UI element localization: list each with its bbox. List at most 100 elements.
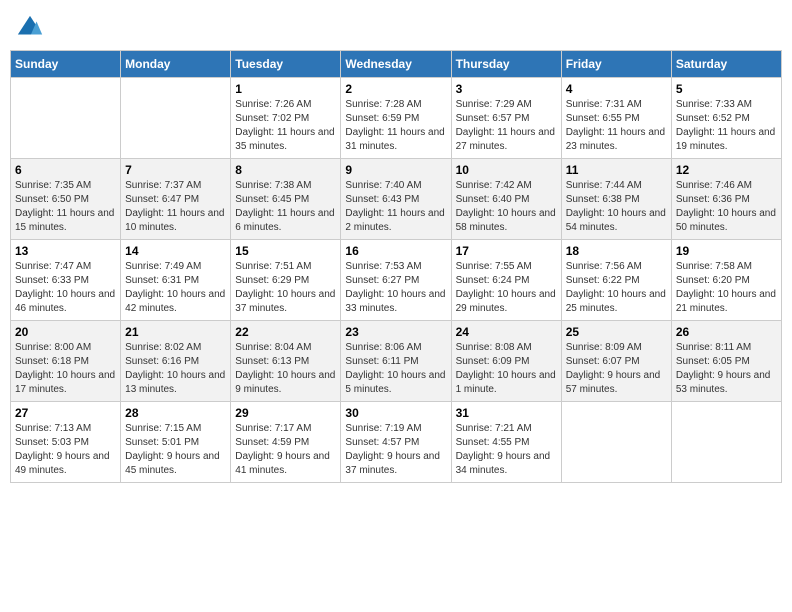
logo-icon [16, 14, 44, 42]
day-number: 24 [456, 325, 557, 339]
day-info: Sunrise: 7:42 AMSunset: 6:40 PMDaylight:… [456, 179, 557, 235]
day-info: Sunrise: 8:02 AMSunset: 6:16 PMDaylight:… [125, 341, 226, 397]
calendar-cell: 9 Sunrise: 7:40 AMSunset: 6:43 PMDaylight… [341, 159, 451, 240]
day-number: 11 [566, 163, 667, 177]
day-number: 7 [125, 163, 226, 177]
day-header-saturday: Saturday [671, 51, 781, 78]
header-row: SundayMondayTuesdayWednesdayThursdayFrid… [11, 51, 782, 78]
calendar-cell [121, 78, 231, 159]
calendar-cell [11, 78, 121, 159]
day-info: Sunrise: 8:00 AMSunset: 6:18 PMDaylight:… [15, 341, 116, 397]
day-number: 9 [345, 163, 446, 177]
calendar-cell: 20 Sunrise: 8:00 AMSunset: 6:18 PMDayligh… [11, 321, 121, 402]
day-number: 28 [125, 406, 226, 420]
day-info: Sunrise: 7:19 AMSunset: 4:57 PMDaylight:… [345, 422, 446, 478]
day-info: Sunrise: 7:40 AMSunset: 6:43 PMDaylight:… [345, 179, 446, 235]
day-number: 22 [235, 325, 336, 339]
day-number: 3 [456, 82, 557, 96]
day-header-monday: Monday [121, 51, 231, 78]
calendar-cell: 5 Sunrise: 7:33 AMSunset: 6:52 PMDaylight… [671, 78, 781, 159]
day-number: 5 [676, 82, 777, 96]
day-number: 8 [235, 163, 336, 177]
calendar-cell: 23Sunrise: 8:06 AMSunset: 6:11 PMDayligh… [341, 321, 451, 402]
day-number: 17 [456, 244, 557, 258]
day-info: Sunrise: 7:31 AMSunset: 6:55 PMDaylight:… [566, 98, 667, 154]
day-number: 30 [345, 406, 446, 420]
calendar-cell [561, 402, 671, 483]
day-info: Sunrise: 7:58 AMSunset: 6:20 PMDaylight:… [676, 260, 777, 316]
day-info: Sunrise: 7:17 AMSunset: 4:59 PMDaylight:… [235, 422, 336, 478]
day-info: Sunrise: 7:51 AMSunset: 6:29 PMDaylight:… [235, 260, 336, 316]
calendar-cell: 13 Sunrise: 7:47 AMSunset: 6:33 PMDayligh… [11, 240, 121, 321]
calendar-cell: 8 Sunrise: 7:38 AMSunset: 6:45 PMDaylight… [231, 159, 341, 240]
day-number: 23 [345, 325, 446, 339]
calendar-cell: 24 Sunrise: 8:08 AMSunset: 6:09 PMDayligh… [451, 321, 561, 402]
day-info: Sunrise: 7:44 AMSunset: 6:38 PMDaylight:… [566, 179, 667, 235]
calendar-cell: 26 Sunrise: 8:11 AMSunset: 6:05 PMDayligh… [671, 321, 781, 402]
calendar-cell: 16Sunrise: 7:53 AMSunset: 6:27 PMDayligh… [341, 240, 451, 321]
calendar-cell: 17 Sunrise: 7:55 AMSunset: 6:24 PMDayligh… [451, 240, 561, 321]
calendar-cell: 7 Sunrise: 7:37 AMSunset: 6:47 PMDaylight… [121, 159, 231, 240]
logo [14, 14, 44, 42]
calendar-cell: 30 Sunrise: 7:19 AMSunset: 4:57 PMDayligh… [341, 402, 451, 483]
calendar-week-3: 13 Sunrise: 7:47 AMSunset: 6:33 PMDayligh… [11, 240, 782, 321]
day-info: Sunrise: 7:46 AMSunset: 6:36 PMDaylight:… [676, 179, 777, 235]
day-number: 26 [676, 325, 777, 339]
day-number: 25 [566, 325, 667, 339]
day-info: Sunrise: 7:47 AMSunset: 6:33 PMDaylight:… [15, 260, 116, 316]
day-number: 10 [456, 163, 557, 177]
calendar-table: SundayMondayTuesdayWednesdayThursdayFrid… [10, 50, 782, 483]
calendar-cell: 4 Sunrise: 7:31 AMSunset: 6:55 PMDaylight… [561, 78, 671, 159]
day-number: 21 [125, 325, 226, 339]
day-number: 4 [566, 82, 667, 96]
day-info: Sunrise: 7:37 AMSunset: 6:47 PMDaylight:… [125, 179, 226, 235]
calendar-cell: 19Sunrise: 7:58 AMSunset: 6:20 PMDayligh… [671, 240, 781, 321]
calendar-cell: 3 Sunrise: 7:29 AMSunset: 6:57 PMDaylight… [451, 78, 561, 159]
day-info: Sunrise: 7:33 AMSunset: 6:52 PMDaylight:… [676, 98, 777, 154]
day-number: 18 [566, 244, 667, 258]
day-info: Sunrise: 8:11 AMSunset: 6:05 PMDaylight:… [676, 341, 777, 397]
day-number: 31 [456, 406, 557, 420]
calendar-cell: 14Sunrise: 7:49 AMSunset: 6:31 PMDayligh… [121, 240, 231, 321]
day-info: Sunrise: 7:56 AMSunset: 6:22 PMDaylight:… [566, 260, 667, 316]
day-number: 27 [15, 406, 116, 420]
day-info: Sunrise: 7:38 AMSunset: 6:45 PMDaylight:… [235, 179, 336, 235]
calendar-cell: 22 Sunrise: 8:04 AMSunset: 6:13 PMDayligh… [231, 321, 341, 402]
day-info: Sunrise: 8:04 AMSunset: 6:13 PMDaylight:… [235, 341, 336, 397]
day-header-sunday: Sunday [11, 51, 121, 78]
calendar-cell: 1 Sunrise: 7:26 AMSunset: 7:02 PMDaylight… [231, 78, 341, 159]
calendar-week-2: 6Sunrise: 7:35 AMSunset: 6:50 PMDaylight… [11, 159, 782, 240]
calendar-cell: 2 Sunrise: 7:28 AMSunset: 6:59 PMDaylight… [341, 78, 451, 159]
day-info: Sunrise: 7:49 AMSunset: 6:31 PMDaylight:… [125, 260, 226, 316]
day-info: Sunrise: 7:26 AMSunset: 7:02 PMDaylight:… [235, 98, 336, 154]
day-info: Sunrise: 8:08 AMSunset: 6:09 PMDaylight:… [456, 341, 557, 397]
day-info: Sunrise: 7:29 AMSunset: 6:57 PMDaylight:… [456, 98, 557, 154]
day-info: Sunrise: 7:55 AMSunset: 6:24 PMDaylight:… [456, 260, 557, 316]
day-info: Sunrise: 7:15 AMSunset: 5:01 PMDaylight:… [125, 422, 226, 478]
day-number: 12 [676, 163, 777, 177]
calendar-cell: 28 Sunrise: 7:15 AMSunset: 5:01 PMDayligh… [121, 402, 231, 483]
day-number: 1 [235, 82, 336, 96]
day-header-friday: Friday [561, 51, 671, 78]
day-number: 20 [15, 325, 116, 339]
day-number: 2 [345, 82, 446, 96]
calendar-week-4: 20 Sunrise: 8:00 AMSunset: 6:18 PMDayligh… [11, 321, 782, 402]
day-info: Sunrise: 7:35 AMSunset: 6:50 PMDaylight:… [15, 179, 116, 235]
day-header-thursday: Thursday [451, 51, 561, 78]
calendar-cell: 21 Sunrise: 8:02 AMSunset: 6:16 PMDayligh… [121, 321, 231, 402]
day-info: Sunrise: 7:28 AMSunset: 6:59 PMDaylight:… [345, 98, 446, 154]
calendar-week-5: 27 Sunrise: 7:13 AMSunset: 5:03 PMDayligh… [11, 402, 782, 483]
calendar-cell: 27 Sunrise: 7:13 AMSunset: 5:03 PMDayligh… [11, 402, 121, 483]
day-number: 13 [15, 244, 116, 258]
calendar-cell: 10 Sunrise: 7:42 AMSunset: 6:40 PMDayligh… [451, 159, 561, 240]
calendar-cell: 18 Sunrise: 7:56 AMSunset: 6:22 PMDayligh… [561, 240, 671, 321]
day-info: Sunrise: 7:13 AMSunset: 5:03 PMDaylight:… [15, 422, 116, 478]
day-number: 15 [235, 244, 336, 258]
day-number: 16 [345, 244, 446, 258]
day-info: Sunrise: 7:21 AMSunset: 4:55 PMDaylight:… [456, 422, 557, 478]
day-header-tuesday: Tuesday [231, 51, 341, 78]
calendar-cell: 11 Sunrise: 7:44 AMSunset: 6:38 PMDayligh… [561, 159, 671, 240]
calendar-cell: 31 Sunrise: 7:21 AMSunset: 4:55 PMDayligh… [451, 402, 561, 483]
day-header-wednesday: Wednesday [341, 51, 451, 78]
calendar-cell: 12 Sunrise: 7:46 AMSunset: 6:36 PMDayligh… [671, 159, 781, 240]
